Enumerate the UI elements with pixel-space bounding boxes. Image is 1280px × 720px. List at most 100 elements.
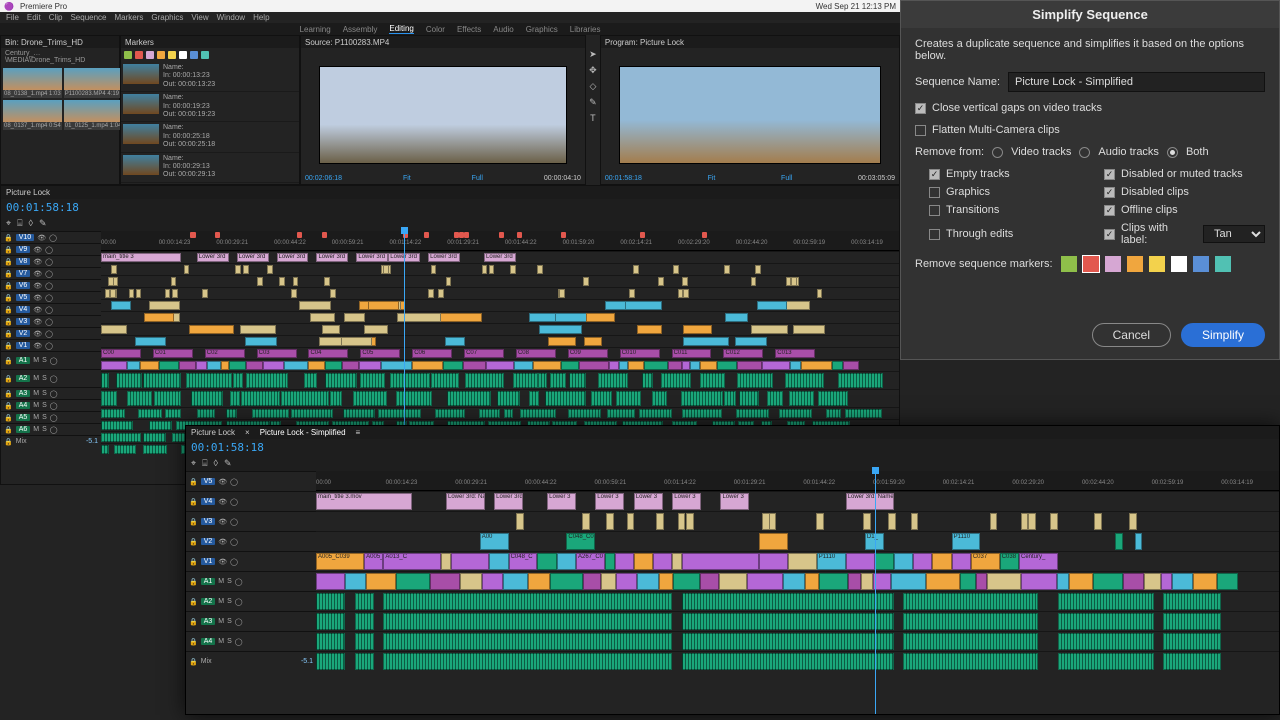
audio-clip[interactable] bbox=[1058, 593, 1154, 610]
menu-clip[interactable]: Clip bbox=[49, 13, 63, 22]
marker-color-swatch[interactable] bbox=[179, 51, 187, 59]
clip[interactable]: C00 bbox=[101, 349, 141, 358]
label-select[interactable]: Tan bbox=[1203, 225, 1265, 243]
clip[interactable] bbox=[345, 573, 366, 590]
audio-clip[interactable] bbox=[785, 373, 824, 388]
audio-track[interactable] bbox=[316, 611, 1279, 631]
clip[interactable] bbox=[463, 361, 486, 370]
lock-icon[interactable]: 🔒 bbox=[189, 558, 198, 566]
clip[interactable] bbox=[135, 337, 166, 346]
link-icon[interactable]: ⌸ bbox=[17, 218, 22, 229]
audio-clip[interactable] bbox=[568, 409, 601, 418]
clip[interactable] bbox=[516, 513, 524, 530]
clip[interactable] bbox=[229, 361, 246, 370]
clip[interactable] bbox=[308, 361, 325, 370]
toggle-output-icon[interactable]: 👁 bbox=[33, 318, 42, 326]
clip[interactable] bbox=[202, 289, 208, 298]
clip[interactable] bbox=[561, 361, 578, 370]
audio-clip[interactable] bbox=[529, 391, 539, 406]
clip[interactable] bbox=[284, 361, 308, 370]
clip[interactable]: C011 bbox=[672, 349, 712, 358]
lock-icon[interactable]: 🔒 bbox=[189, 598, 198, 606]
audio-clip[interactable] bbox=[1163, 653, 1221, 670]
sequence-marker[interactable] bbox=[190, 232, 195, 238]
track-header[interactable]: 🔒A4MS◯ bbox=[186, 631, 316, 651]
clip[interactable]: C01 bbox=[153, 349, 193, 358]
sync-lock-icon[interactable]: ◯ bbox=[50, 402, 58, 410]
ws-editing[interactable]: Editing bbox=[389, 24, 413, 34]
clip[interactable] bbox=[108, 277, 114, 286]
cursor-icon[interactable]: ➤ bbox=[589, 49, 597, 60]
clip[interactable] bbox=[605, 553, 615, 570]
track-header[interactable]: 🔒V10👁◯ bbox=[1, 231, 101, 243]
simp-timecode[interactable]: 00:01:58:18 bbox=[186, 439, 1279, 456]
flatten-checkbox[interactable]: Flatten Multi-Camera clips bbox=[915, 124, 1265, 136]
clip[interactable] bbox=[1217, 573, 1237, 590]
snap-icon[interactable]: ⌖ bbox=[6, 218, 11, 229]
swatch[interactable] bbox=[1083, 256, 1099, 272]
audio-clip[interactable] bbox=[513, 373, 537, 388]
clip[interactable] bbox=[171, 277, 177, 286]
seq-name-input[interactable] bbox=[1008, 72, 1265, 92]
clip[interactable]: Lower 3 bbox=[672, 493, 701, 510]
audio-clip[interactable] bbox=[154, 391, 181, 406]
track-header[interactable]: 🔒V8👁◯ bbox=[1, 255, 101, 267]
clip[interactable] bbox=[291, 289, 297, 298]
sequence-marker[interactable] bbox=[561, 232, 566, 238]
clip[interactable] bbox=[246, 361, 263, 370]
clip[interactable] bbox=[656, 513, 664, 530]
clip[interactable]: C048_C02 bbox=[566, 533, 595, 550]
clip[interactable]: Lower 3 bbox=[595, 493, 624, 510]
audio-clip[interactable] bbox=[101, 409, 125, 418]
audio-clip[interactable] bbox=[138, 409, 162, 418]
clip[interactable]: A013_C bbox=[383, 553, 441, 570]
clip[interactable] bbox=[911, 513, 919, 530]
lock-icon[interactable]: 🔒 bbox=[4, 402, 13, 410]
clip[interactable] bbox=[633, 265, 639, 274]
clip[interactable]: C04 bbox=[308, 349, 348, 358]
audio-clip[interactable] bbox=[903, 633, 1038, 650]
lock-icon[interactable]: 🔒 bbox=[189, 498, 198, 506]
clip[interactable] bbox=[221, 361, 229, 370]
marker-color-swatch[interactable] bbox=[157, 51, 165, 59]
audio-clip[interactable] bbox=[616, 391, 641, 406]
clip[interactable] bbox=[757, 301, 786, 310]
video-track[interactable] bbox=[101, 335, 899, 347]
clip[interactable] bbox=[627, 513, 635, 530]
sync-lock-icon[interactable]: ◯ bbox=[45, 258, 53, 266]
hand-icon[interactable]: ✥ bbox=[589, 65, 597, 76]
audio-clip[interactable] bbox=[826, 409, 841, 418]
clip[interactable] bbox=[926, 573, 960, 590]
clip[interactable] bbox=[790, 361, 801, 370]
audio-clip[interactable] bbox=[101, 391, 117, 406]
lock-icon[interactable]: 🔒 bbox=[4, 438, 13, 446]
audio-clip[interactable] bbox=[682, 633, 894, 650]
solo-icon[interactable]: S bbox=[42, 402, 47, 409]
audio-clip[interactable] bbox=[1163, 633, 1221, 650]
clip[interactable]: C05 bbox=[360, 349, 400, 358]
lock-icon[interactable]: 🔒 bbox=[189, 578, 198, 586]
clip[interactable] bbox=[396, 573, 430, 590]
audio-clip[interactable] bbox=[252, 409, 288, 418]
audio-clip[interactable] bbox=[396, 391, 432, 406]
clip[interactable] bbox=[445, 337, 465, 346]
clip[interactable] bbox=[682, 277, 688, 286]
track-header[interactable]: 🔒A4MS◯ bbox=[1, 399, 101, 411]
video-track[interactable]: main_title 3.movLower 3rd: NamLower 3rd:… bbox=[316, 491, 1279, 511]
clip[interactable]: main_title 3.mov bbox=[316, 493, 412, 510]
marker-icon[interactable]: ◊ bbox=[28, 218, 32, 229]
toggle-output-icon[interactable]: M bbox=[33, 375, 39, 382]
clip[interactable] bbox=[586, 313, 615, 322]
clip[interactable] bbox=[960, 573, 976, 590]
clip[interactable] bbox=[700, 573, 720, 590]
clip[interactable] bbox=[550, 573, 582, 590]
clip[interactable]: C09 bbox=[568, 349, 608, 358]
wrench-icon[interactable]: ✎ bbox=[39, 218, 47, 229]
audio-clip[interactable] bbox=[497, 391, 520, 406]
audio-clip[interactable] bbox=[165, 409, 181, 418]
clip[interactable]: Lower 3rd: bbox=[494, 493, 523, 510]
clip[interactable]: C03 bbox=[257, 349, 297, 358]
clip[interactable] bbox=[683, 325, 712, 334]
clip[interactable] bbox=[539, 325, 582, 334]
thumb-2[interactable]: 08_0137_1.mp4 0:54 bbox=[3, 100, 62, 130]
